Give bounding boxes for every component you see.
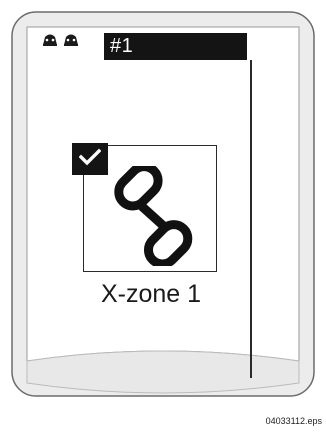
status-bar: [40, 27, 90, 51]
zone-id-header: #1: [104, 33, 247, 60]
link-icon: [102, 162, 206, 269]
people-pair-icon: [40, 29, 90, 49]
scroll-divider: [250, 60, 252, 378]
zone-label: X-zone 1: [100, 280, 202, 308]
checkmark-icon: [78, 148, 102, 171]
figure-file-code: 04033112.eps: [265, 416, 322, 426]
